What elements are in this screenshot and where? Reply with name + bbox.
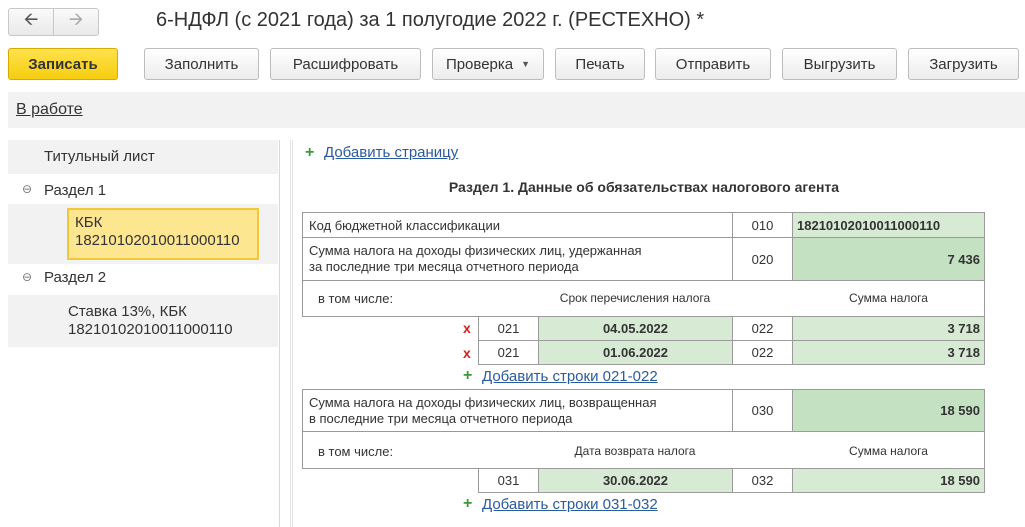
returned-label-line1: Сумма налога на доходы физических лиц, в… — [309, 394, 657, 410]
code-010: 010 — [732, 212, 793, 238]
code-021-b: 021 — [478, 340, 539, 365]
incl-col1-header-1: Срок перечисления налога — [559, 291, 711, 305]
returned-label-line2: в последние три месяца отчетного периода — [309, 410, 573, 426]
arrow-left-icon: 🡨 — [23, 9, 39, 29]
code-022-b: 022 — [732, 340, 793, 365]
incl-label-1: в том числе: — [318, 291, 394, 306]
section-title: Раздел 1. Данные об обязательствах налог… — [448, 179, 840, 195]
collapse-icon[interactable]: ⊖ — [22, 270, 32, 284]
returned-label-cell: Сумма налога на доходы физических лиц, в… — [302, 389, 733, 432]
tree-item-title-page[interactable]: Титульный лист — [44, 148, 155, 165]
check-button[interactable]: Проверка ▼ — [432, 48, 544, 80]
download-button[interactable]: Загрузить — [908, 48, 1019, 80]
forward-button[interactable]: 🡪 — [53, 8, 99, 36]
code-021-a: 021 — [478, 316, 539, 341]
plus-icon: + — [463, 367, 473, 384]
add-rows-021-link[interactable]: Добавить строки 021-022 — [482, 368, 658, 385]
tree-item-section1[interactable]: Раздел 1 — [44, 182, 106, 199]
section-tree: Титульный лист ⊖ Раздел 1 КБК 1821010201… — [8, 140, 280, 527]
tree-item-section2[interactable]: Раздел 2 — [44, 269, 106, 286]
tree-item-rate[interactable]: Ставка 13%, КБК 18210102010011000110 — [68, 303, 233, 339]
kbk-value-field[interactable]: 18210102010011000110 — [792, 212, 985, 238]
sum-022-b[interactable]: 3 718 — [792, 340, 985, 365]
code-031: 031 — [478, 468, 539, 493]
tree-rate-kbk: 18210102010011000110 — [68, 321, 233, 338]
arrow-right-icon: 🡪 — [68, 9, 84, 29]
incl-label-2: в том числе: — [318, 444, 394, 459]
incl-col2-header-1: Сумма налога — [849, 291, 928, 305]
withheld-value-field[interactable]: 7 436 — [792, 237, 985, 281]
withheld-label-line1: Сумма налога на доходы физических лиц, у… — [309, 243, 642, 258]
fill-button[interactable]: Заполнить — [144, 48, 259, 80]
sum-022-a[interactable]: 3 718 — [792, 316, 985, 341]
add-rows-031-link[interactable]: Добавить строки 031-032 — [482, 496, 658, 513]
collapse-icon[interactable]: ⊖ — [22, 182, 32, 196]
x-icon[interactable]: x — [463, 320, 471, 336]
date-021-b[interactable]: 01.06.2022 — [538, 340, 733, 365]
kbk-label-cell: Код бюджетной классификации — [302, 212, 733, 238]
code-022-a: 022 — [732, 316, 793, 341]
status-link[interactable]: В работе — [16, 101, 83, 119]
x-icon[interactable]: x — [463, 345, 471, 361]
plus-icon: + — [305, 144, 315, 161]
date-031[interactable]: 30.06.2022 — [538, 468, 733, 493]
code-032: 032 — [732, 468, 793, 493]
status-bar: В работе — [8, 92, 1025, 128]
tree-kbk-label: КБК — [75, 214, 103, 231]
upload-button[interactable]: Выгрузить — [782, 48, 897, 80]
window-title: 6-НДФЛ (с 2021 года) за 1 полугодие 2022… — [156, 9, 705, 31]
returned-value-field[interactable]: 18 590 — [792, 389, 985, 432]
sum-032[interactable]: 18 590 — [792, 468, 985, 493]
save-button[interactable]: Записать — [8, 48, 118, 80]
pane-divider — [292, 140, 293, 527]
chevron-down-icon: ▼ — [521, 59, 531, 69]
tree-item-kbk[interactable]: КБК 18210102010011000110 — [67, 208, 259, 260]
date-021-a[interactable]: 04.05.2022 — [538, 316, 733, 341]
incl-col2-header-2: Сумма налога — [849, 444, 928, 458]
tree-rate-label: Ставка 13%, КБК — [68, 303, 187, 320]
check-button-label: Проверка — [445, 55, 514, 73]
back-button[interactable]: 🡨 — [8, 8, 54, 36]
withheld-label-cell: Сумма налога на доходы физических лиц, у… — [302, 237, 733, 281]
send-button[interactable]: Отправить — [655, 48, 771, 80]
incl-col1-header-2: Дата возврата налога — [574, 444, 696, 458]
tree-kbk-value: 18210102010011000110 — [75, 232, 240, 249]
add-page-link[interactable]: Добавить страницу — [324, 144, 458, 161]
print-button[interactable]: Печать — [555, 48, 645, 80]
plus-icon: + — [463, 495, 473, 512]
code-020: 020 — [732, 237, 793, 281]
decode-button[interactable]: Расшифровать — [270, 48, 421, 80]
pane-divider — [290, 140, 291, 527]
withheld-label-line2: за последние три месяца отчетного период… — [309, 259, 579, 274]
code-030: 030 — [732, 389, 793, 432]
